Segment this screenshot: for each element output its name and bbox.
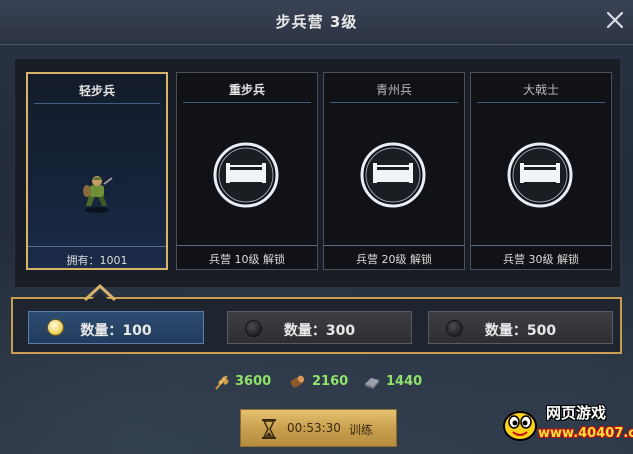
quantity-option-100[interactable]: 数量：100 [28, 311, 204, 344]
iron-ingot-icon [365, 378, 379, 389]
window-title: 步兵营 3级 [275, 13, 358, 31]
divider [330, 102, 458, 103]
unlock-requirement: 兵营 30级 解锁 [503, 253, 579, 266]
iron-amount: 1440 [386, 374, 423, 389]
divider [324, 245, 464, 246]
quantity-label: 数量：100 [80, 323, 152, 339]
unit-card-halberdier[interactable]: 大戟士 兵营 30级 解锁 [470, 72, 612, 270]
close-icon [606, 11, 624, 29]
unit-card-qingzhou-soldier[interactable]: 青州兵 兵营 20级 解锁 [323, 72, 465, 270]
mascot-logo-icon [503, 411, 537, 441]
train-label: 训练 [349, 423, 374, 437]
unit-name: 青州兵 [375, 83, 412, 97]
divider [34, 103, 160, 104]
locked-barracks-icon [360, 142, 426, 208]
quantity-label: 数量：300 [283, 323, 356, 339]
wood-amount: 2160 [312, 374, 349, 389]
train-button[interactable]: 00:53:30 训练 [240, 409, 397, 447]
wood-log-icon [290, 375, 305, 388]
title-bar: 步兵营 3级 [0, 0, 633, 45]
quantity-label: 数量：500 [484, 323, 557, 339]
locked-barracks-icon [507, 142, 573, 208]
selection-pointer-icon [83, 283, 117, 301]
divider [177, 245, 317, 246]
unit-owned-count: 拥有：1001 [66, 254, 128, 267]
close-button[interactable] [603, 8, 627, 32]
unlock-requirement: 兵营 20级 解锁 [356, 253, 432, 266]
watermark-title: 网页游戏 [546, 404, 607, 422]
unit-name: 重步兵 [228, 83, 265, 97]
divider [477, 102, 605, 103]
divider [183, 102, 311, 103]
watermark-url: www.40407.com [538, 426, 633, 441]
quantity-option-300[interactable]: 数量：300 [227, 311, 412, 344]
divider [471, 245, 611, 246]
food-amount: 3600 [235, 374, 272, 389]
locked-barracks-icon [213, 142, 279, 208]
unlock-requirement: 兵营 10级 解锁 [209, 253, 285, 266]
unit-name: 轻步兵 [78, 84, 115, 98]
divider [28, 246, 166, 247]
train-duration: 00:53:30 [287, 421, 341, 435]
unit-card-heavy-infantry[interactable]: 重步兵 兵营 10级 解锁 [176, 72, 318, 270]
quantity-option-500[interactable]: 数量：500 [428, 311, 613, 344]
wheat-icon [215, 375, 229, 390]
light-infantry-soldier-icon [83, 176, 113, 213]
hourglass-icon [262, 419, 276, 439]
site-watermark: 网页游戏 www.40407.com [500, 398, 633, 450]
unit-name: 大戟士 [522, 83, 559, 97]
unit-card-light-infantry[interactable]: 轻步兵 拥有：1001 [26, 72, 168, 270]
